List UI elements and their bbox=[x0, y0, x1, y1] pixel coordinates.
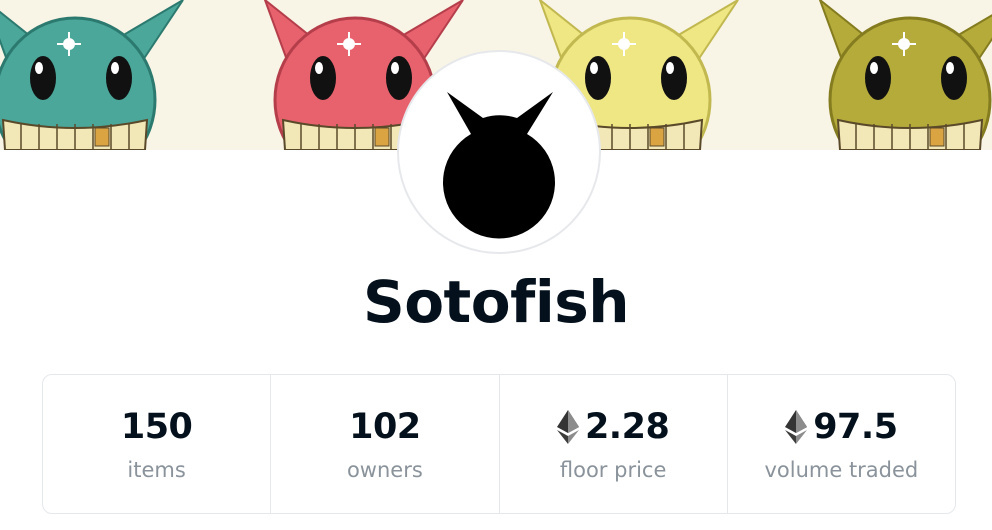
stat-volume-traded[interactable]: 97.5 volume traded bbox=[728, 375, 955, 513]
stat-floor-price[interactable]: 2.28 floor price bbox=[500, 375, 728, 513]
stat-volume-traded-value: 97.5 bbox=[813, 407, 898, 447]
stat-items-value: 150 bbox=[120, 407, 193, 447]
stat-volume-traded-label: volume traded bbox=[764, 458, 919, 482]
stat-floor-price-label: floor price bbox=[559, 458, 667, 482]
stat-owners-label: owners bbox=[346, 458, 423, 482]
collection-avatar[interactable] bbox=[397, 50, 601, 254]
cat-head-logo-icon bbox=[443, 92, 555, 239]
collection-title: Sotofish bbox=[362, 268, 630, 336]
collection-stats: 150 items 102 owners 2.28 floor price 97… bbox=[42, 374, 956, 514]
stat-items[interactable]: 150 items bbox=[43, 375, 272, 513]
stat-owners-value: 102 bbox=[349, 407, 421, 447]
stat-floor-price-value: 2.28 bbox=[584, 407, 670, 447]
stat-owners[interactable]: 102 owners bbox=[271, 375, 500, 513]
collection-page: Sotofish 150 items 102 owners 2.28 floor… bbox=[0, 0, 992, 530]
stat-items-label: items bbox=[127, 458, 186, 482]
ethereum-icon bbox=[785, 410, 808, 444]
ethereum-icon bbox=[556, 410, 579, 444]
